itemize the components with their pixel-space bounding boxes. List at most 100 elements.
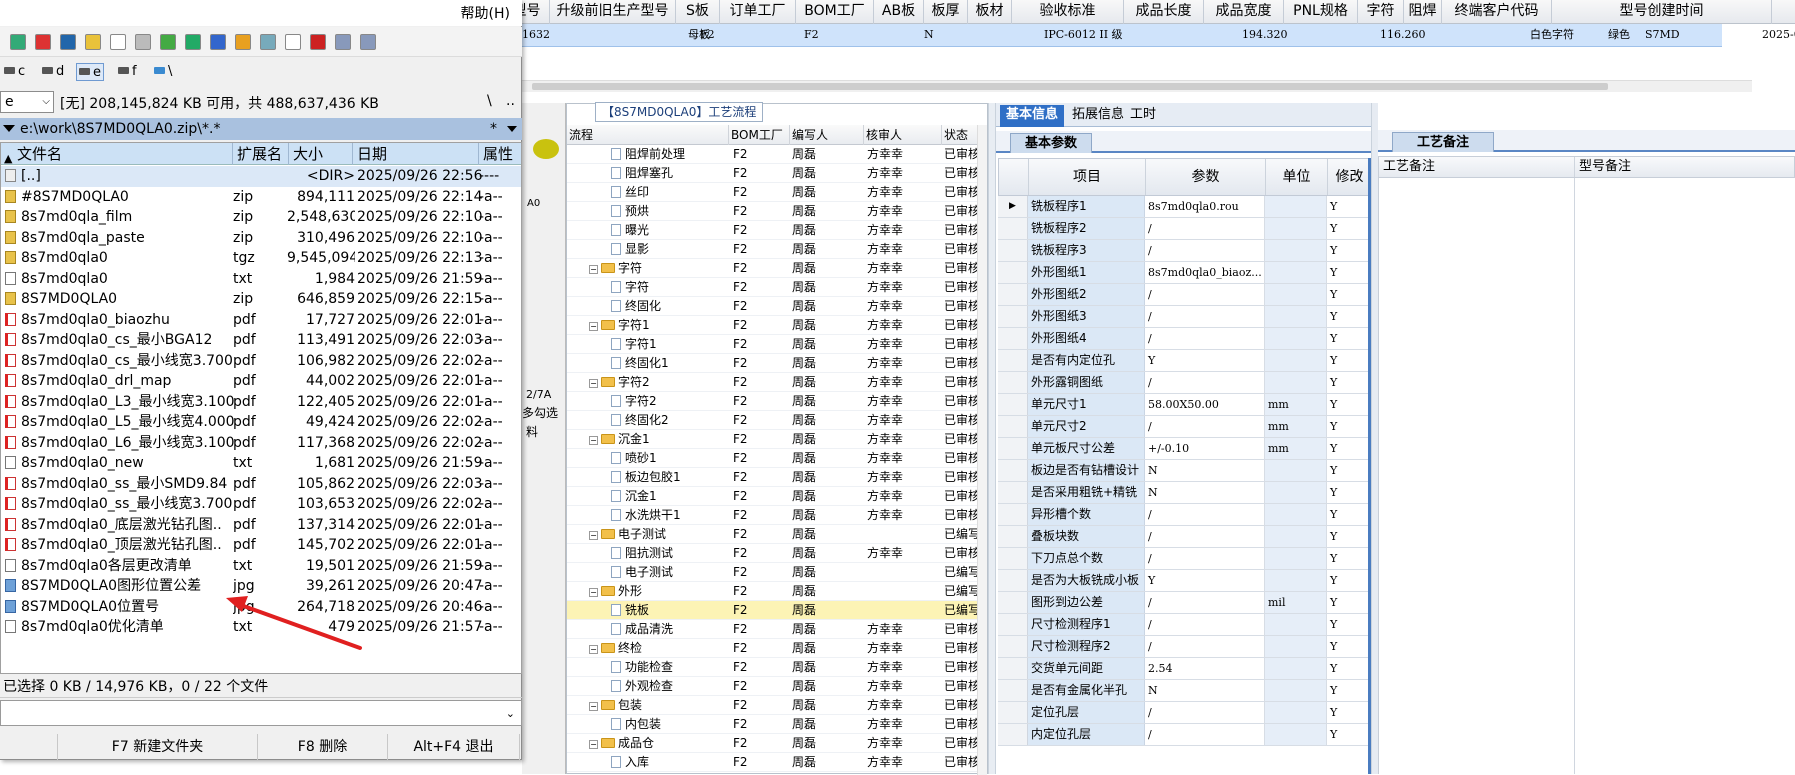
- param-param[interactable]: Y: [1145, 570, 1265, 591]
- param-param[interactable]: /: [1145, 306, 1265, 327]
- tree-node[interactable]: 喷砂1: [611, 449, 729, 468]
- tree-row[interactable]: − 电子测试 F2 周磊 已编写: [567, 525, 980, 544]
- grid-col-header[interactable]: 成品宽度: [1204, 0, 1284, 24]
- param-unit[interactable]: [1265, 614, 1327, 635]
- tree-node[interactable]: 终固化1: [611, 354, 729, 373]
- tree-node[interactable]: 内包装: [611, 715, 729, 734]
- command-line[interactable]: ⌄: [0, 700, 522, 726]
- file-row[interactable]: 8S7MD0QLA0图形位置公差 jpg 39,261 2025/09/26 20:4…: [1, 576, 521, 597]
- file-row[interactable]: 8s7md0qla_film zip 2,548,630 2025/09/26 22:…: [1, 207, 521, 228]
- param-row[interactable]: 定位孔层 / Y: [998, 702, 1371, 724]
- collapse-icon[interactable]: −: [589, 531, 598, 540]
- tree-node[interactable]: 功能检查: [611, 658, 729, 677]
- tree-row[interactable]: 阻焊前处理 F2 周磊 方幸幸 已审核: [567, 145, 980, 164]
- grid-col-header[interactable]: S板: [676, 0, 720, 24]
- grid-col-header[interactable]: 型号创建时间: [1552, 0, 1772, 24]
- grid-col-header[interactable]: 成品长度: [1124, 0, 1204, 24]
- tree-node[interactable]: 阻焊前处理: [611, 145, 729, 164]
- tree-node[interactable]: − 包装: [589, 696, 729, 715]
- acrobat-icon[interactable]: [310, 34, 326, 50]
- drive-f[interactable]: f: [116, 63, 139, 81]
- tree-node[interactable]: 曝光: [611, 221, 729, 240]
- splitter[interactable]: [988, 103, 996, 774]
- path-bar[interactable]: e:\work\8S7MD0QLA0.zip\*.* *: [0, 118, 522, 140]
- file-row[interactable]: 8s7md0qla0_L6_最小线宽3.100 pdf 117,368 2025/09…: [1, 433, 521, 454]
- panel-icon[interactable]: [360, 34, 376, 50]
- param-row[interactable]: 铣板程序2/ Y: [998, 218, 1371, 240]
- tab-basic-info[interactable]: 基本信息: [1000, 105, 1065, 127]
- chevron-down-icon[interactable]: ⌄: [506, 707, 515, 720]
- grid-cell[interactable]: 绿色: [1608, 24, 1630, 46]
- param-param[interactable]: 2.54: [1145, 658, 1265, 679]
- network-icon[interactable]: [10, 34, 26, 50]
- grid-col-header[interactable]: 订单工厂: [720, 0, 796, 24]
- tree-row[interactable]: 终固化 F2 周磊 方幸幸 已审核: [567, 297, 980, 316]
- param-unit[interactable]: [1265, 460, 1327, 481]
- drive-d[interactable]: d: [40, 63, 66, 81]
- tree-row[interactable]: 曝光 F2 周磊 方幸幸 已审核: [567, 221, 980, 240]
- collapse-icon[interactable]: −: [589, 702, 598, 711]
- param-row[interactable]: 单元尺寸2/mm Y: [998, 416, 1371, 438]
- tree-row[interactable]: − 外形 F2 周磊 已编写: [567, 582, 980, 601]
- param-mod[interactable]: Y: [1327, 328, 1371, 349]
- tree-node[interactable]: 板边包胶1: [611, 468, 729, 487]
- param-unit[interactable]: [1265, 680, 1327, 701]
- word-icon[interactable]: [210, 34, 226, 50]
- param-row[interactable]: 板边是否有钻槽设计 N Y: [998, 460, 1371, 482]
- param-col-header[interactable]: 修改: [1328, 159, 1372, 195]
- grid-col-header[interactable]: PNL规格: [1284, 0, 1358, 24]
- param-unit[interactable]: [1265, 372, 1327, 393]
- param-param[interactable]: N: [1145, 460, 1265, 481]
- fkey-button[interactable]: F8 删除: [258, 734, 388, 760]
- param-row[interactable]: 下刀点总个数 / Y: [998, 548, 1371, 570]
- tree-node[interactable]: 丝印: [611, 183, 729, 202]
- param-mod[interactable]: Y: [1327, 284, 1371, 305]
- col-ext[interactable]: 扩展名: [233, 143, 289, 165]
- param-unit[interactable]: [1265, 482, 1327, 503]
- param-param[interactable]: /: [1145, 592, 1265, 613]
- tree-row[interactable]: 电子测试 F2 周磊 已编写: [567, 563, 980, 582]
- param-param[interactable]: /: [1145, 702, 1265, 723]
- param-mod[interactable]: Y: [1327, 680, 1371, 701]
- param-unit[interactable]: [1265, 218, 1327, 239]
- param-row[interactable]: 外形图纸1 8s7md0qla0_biaoz... Y: [998, 262, 1371, 284]
- param-row[interactable]: ▶ 铣板程序1 8s7md0qla0.rou Y: [998, 196, 1371, 218]
- col-filename[interactable]: ▲ 文件名: [1, 143, 233, 165]
- file-row[interactable]: 8s7md0qla0各层更改清单 txt 19,501 2025/09/26 21:5…: [1, 556, 521, 577]
- model-grid-row[interactable]: 1632 母板 F2 F2 N IPC-6012 II 级 194.320 116.260 白色…: [522, 24, 1795, 47]
- tree-node[interactable]: 字符2: [611, 392, 729, 411]
- param-mod[interactable]: Y: [1327, 350, 1371, 371]
- col-date[interactable]: 日期: [353, 143, 479, 165]
- param-param[interactable]: /: [1145, 526, 1265, 547]
- tree-row[interactable]: 字符1 F2 周磊 方幸幸 已审核: [567, 335, 980, 354]
- param-unit[interactable]: [1265, 306, 1327, 327]
- collapse-icon[interactable]: −: [589, 322, 598, 331]
- param-unit[interactable]: [1265, 724, 1327, 745]
- param-mod[interactable]: Y: [1327, 196, 1371, 217]
- menu-help[interactable]: 帮助(H): [461, 3, 510, 23]
- param-mod[interactable]: Y: [1327, 394, 1371, 415]
- param-unit[interactable]: [1265, 570, 1327, 591]
- param-mod[interactable]: Y: [1327, 592, 1371, 613]
- param-row[interactable]: 交货单元间距 2.54 Y: [998, 658, 1371, 680]
- grid-cell[interactable]: 白色字符: [1530, 24, 1574, 46]
- param-unit[interactable]: mm: [1265, 394, 1327, 415]
- file-list[interactable]: ▲ 文件名 扩展名 大小 日期 属性 [..] <DIR> 2025/09/26 22…: [0, 142, 522, 674]
- param-unit[interactable]: [1265, 526, 1327, 547]
- param-param[interactable]: /: [1145, 240, 1265, 261]
- tab-extended-info[interactable]: 拓展信息: [1066, 105, 1130, 127]
- param-unit[interactable]: [1265, 504, 1327, 525]
- file-row[interactable]: 8s7md0qla0 txt 1,984 2025/09/26 21:59 -a--: [1, 269, 521, 290]
- grid-col-header[interactable]: 板材: [968, 0, 1012, 24]
- param-param[interactable]: /: [1145, 548, 1265, 569]
- shield-icon[interactable]: [235, 34, 251, 50]
- param-row[interactable]: 外形图纸4/ Y: [998, 328, 1371, 350]
- param-param[interactable]: /: [1145, 416, 1265, 437]
- param-mod[interactable]: Y: [1327, 218, 1371, 239]
- grid-cell[interactable]: F2: [700, 24, 715, 46]
- tree-row[interactable]: − 成品仓 F2 周磊 方幸幸 已审核: [567, 734, 980, 753]
- tree-node[interactable]: − 沉金1: [589, 430, 729, 449]
- param-mod[interactable]: Y: [1327, 306, 1371, 327]
- file-row[interactable]: 8s7md0qla0_drl_map pdf 44,002 2025/09/26 22…: [1, 371, 521, 392]
- param-unit[interactable]: mm: [1265, 416, 1327, 437]
